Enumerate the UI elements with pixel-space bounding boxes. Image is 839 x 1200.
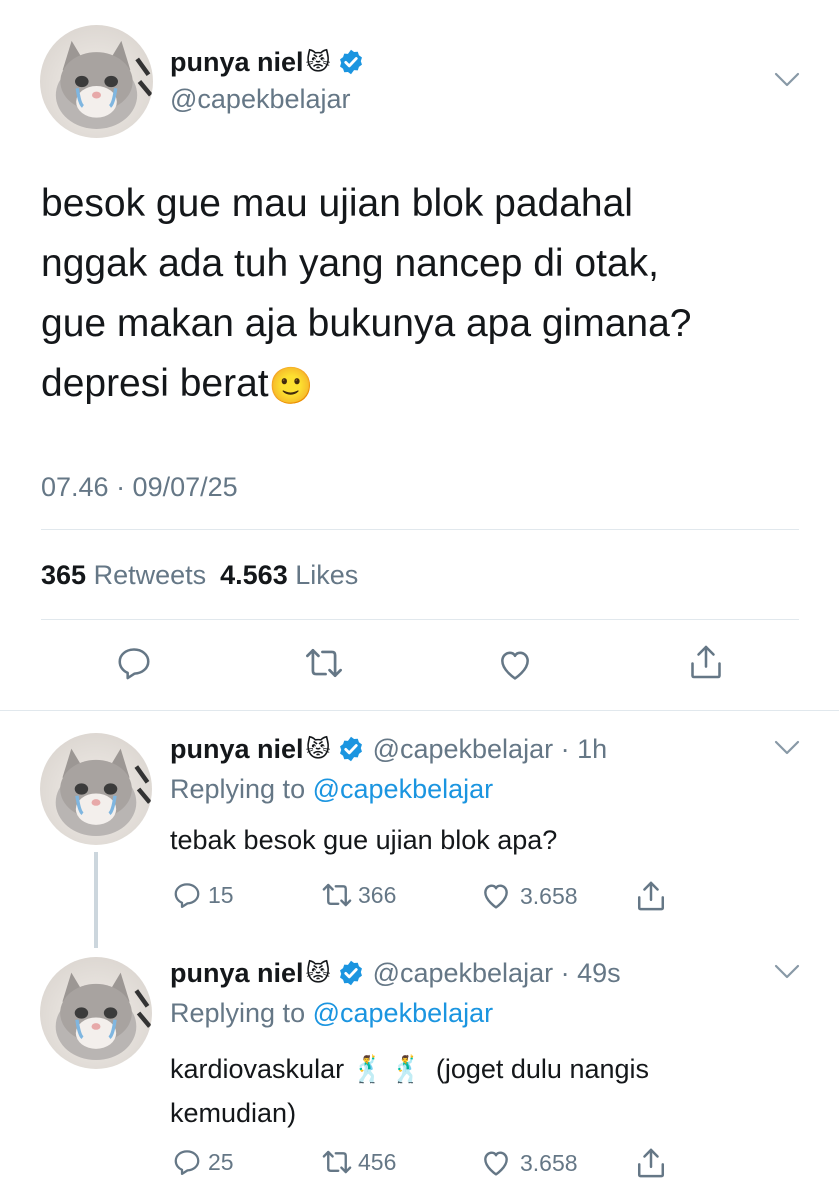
cat-avatar-image (55, 972, 152, 1061)
slight-smile-emoji: 🙂 (268, 364, 314, 406)
verified-badge-icon (339, 736, 362, 762)
display-name[interactable]: punya niel (170, 958, 304, 989)
reply-action[interactable]: 15 (172, 880, 234, 910)
likes-stat[interactable]: 4.563 Likes (220, 560, 358, 591)
chevron-down-icon[interactable] (774, 740, 800, 756)
retweets-count: 365 (41, 560, 87, 590)
like-action[interactable]: 3.658 (480, 880, 578, 912)
chevron-down-icon[interactable] (774, 72, 800, 88)
avatar[interactable] (40, 25, 153, 138)
replying-to: Replying to @capekbelajar (170, 998, 493, 1029)
cat-avatar-image (55, 40, 153, 129)
verified-badge-icon (339, 49, 362, 75)
handle-time[interactable]: @capekbelajar · 1h (373, 734, 608, 765)
retweet-icon (322, 1150, 352, 1174)
tweet-text-line: nggak ada tuh yang nancep di otak, (41, 242, 659, 285)
replying-to: Replying to @capekbelajar (170, 774, 493, 805)
share-icon[interactable] (635, 879, 667, 913)
reply-count: 15 (208, 881, 234, 908)
retweets-label: Retweets (93, 560, 207, 590)
thread-line (94, 852, 98, 948)
name-emoji: 😾 (305, 959, 331, 987)
share-icon[interactable] (635, 1146, 667, 1180)
tweet-text-line: gue makan aja bukunya apa gimana? (41, 302, 692, 345)
engagement-stats: 365 Retweets 4.563 Likes (41, 560, 358, 591)
display-name[interactable]: punya niel (170, 734, 304, 765)
reply-text-part: kardiovaskular (170, 1054, 345, 1084)
reply-icon[interactable] (115, 644, 153, 682)
chevron-down-icon[interactable] (774, 964, 800, 980)
share-icon[interactable] (688, 642, 724, 682)
reply-text-part: (joget dulu nangis (435, 1054, 650, 1084)
handle[interactable]: @capekbelajar (170, 84, 351, 115)
heart-icon[interactable] (496, 646, 534, 684)
replying-label: Replying to (170, 774, 306, 804)
heart-icon (484, 1151, 508, 1176)
dancer-emoji: 🕺🕺 (351, 1054, 429, 1084)
retweet-count: 456 (358, 1148, 397, 1175)
retweet-icon[interactable] (303, 644, 345, 682)
name-emoji: 😾 (305, 48, 331, 76)
timestamp[interactable]: 07.46 · 09/07/25 (41, 472, 238, 503)
like-count: 3.658 (520, 1149, 578, 1176)
divider (41, 529, 799, 530)
like-action[interactable]: 3.658 (480, 1147, 578, 1179)
reply-icon (174, 883, 200, 908)
tweet-text-line: depresi berat (41, 362, 269, 405)
replying-label: Replying to (170, 998, 306, 1028)
reply-text: kardiovaskular 🕺🕺 (joget dulu nangis kem… (170, 1047, 649, 1135)
tweet-text-line: besok gue mau ujian blok padahal (41, 182, 633, 225)
like-count: 3.658 (520, 882, 578, 909)
replying-handle-link[interactable]: @capekbelajar (313, 998, 494, 1028)
reply-action[interactable]: 25 (172, 1147, 234, 1177)
verified-badge-icon (339, 960, 362, 986)
heart-icon (484, 884, 508, 909)
reply-text: tebak besok gue ujian blok apa? (170, 825, 558, 855)
name-emoji: 😾 (305, 735, 331, 763)
retweet-icon (322, 883, 352, 907)
retweet-action[interactable]: 456 (320, 1147, 396, 1177)
cat-avatar-image (55, 748, 152, 837)
display-name[interactable]: punya niel (170, 47, 304, 78)
divider (41, 619, 799, 620)
likes-label: Likes (295, 560, 359, 590)
retweet-action[interactable]: 366 (320, 880, 396, 910)
replying-handle-link[interactable]: @capekbelajar (313, 774, 494, 804)
handle-time[interactable]: @capekbelajar · 49s (373, 958, 621, 989)
retweets-stat[interactable]: 365 Retweets (41, 560, 206, 591)
tweet-text: besok gue mau ujian blok padahal nggak a… (41, 174, 691, 416)
likes-count: 4.563 (220, 560, 288, 590)
divider (0, 710, 839, 711)
avatar[interactable] (40, 733, 152, 845)
reply-count: 25 (208, 1148, 234, 1175)
reply-text-part: kemudian) (170, 1098, 297, 1128)
reply-icon (174, 1150, 200, 1175)
avatar[interactable] (40, 957, 152, 1069)
retweet-count: 366 (358, 881, 397, 908)
